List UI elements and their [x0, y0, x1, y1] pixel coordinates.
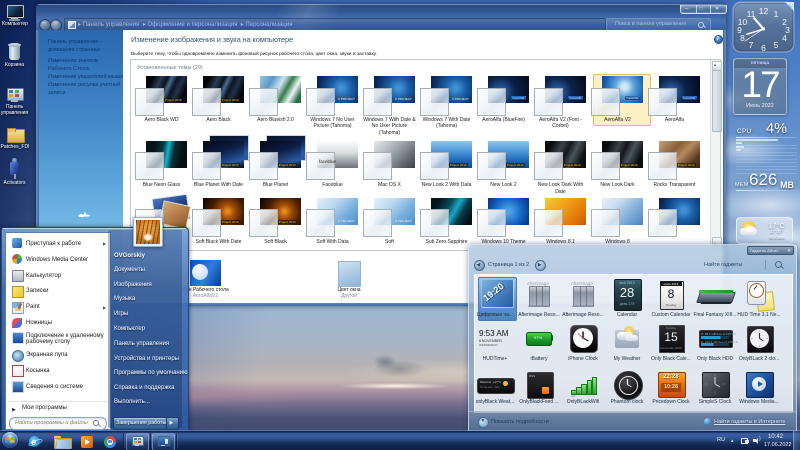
- svg-text:12: 12: [759, 6, 769, 16]
- svg-text:6: 6: [761, 43, 766, 53]
- svg-text:7: 7: [749, 40, 754, 50]
- svg-text:1: 1: [774, 9, 779, 19]
- svg-text:4: 4: [782, 33, 787, 43]
- svg-text:5: 5: [774, 40, 779, 50]
- svg-text:♺: ♺: [787, 4, 792, 10]
